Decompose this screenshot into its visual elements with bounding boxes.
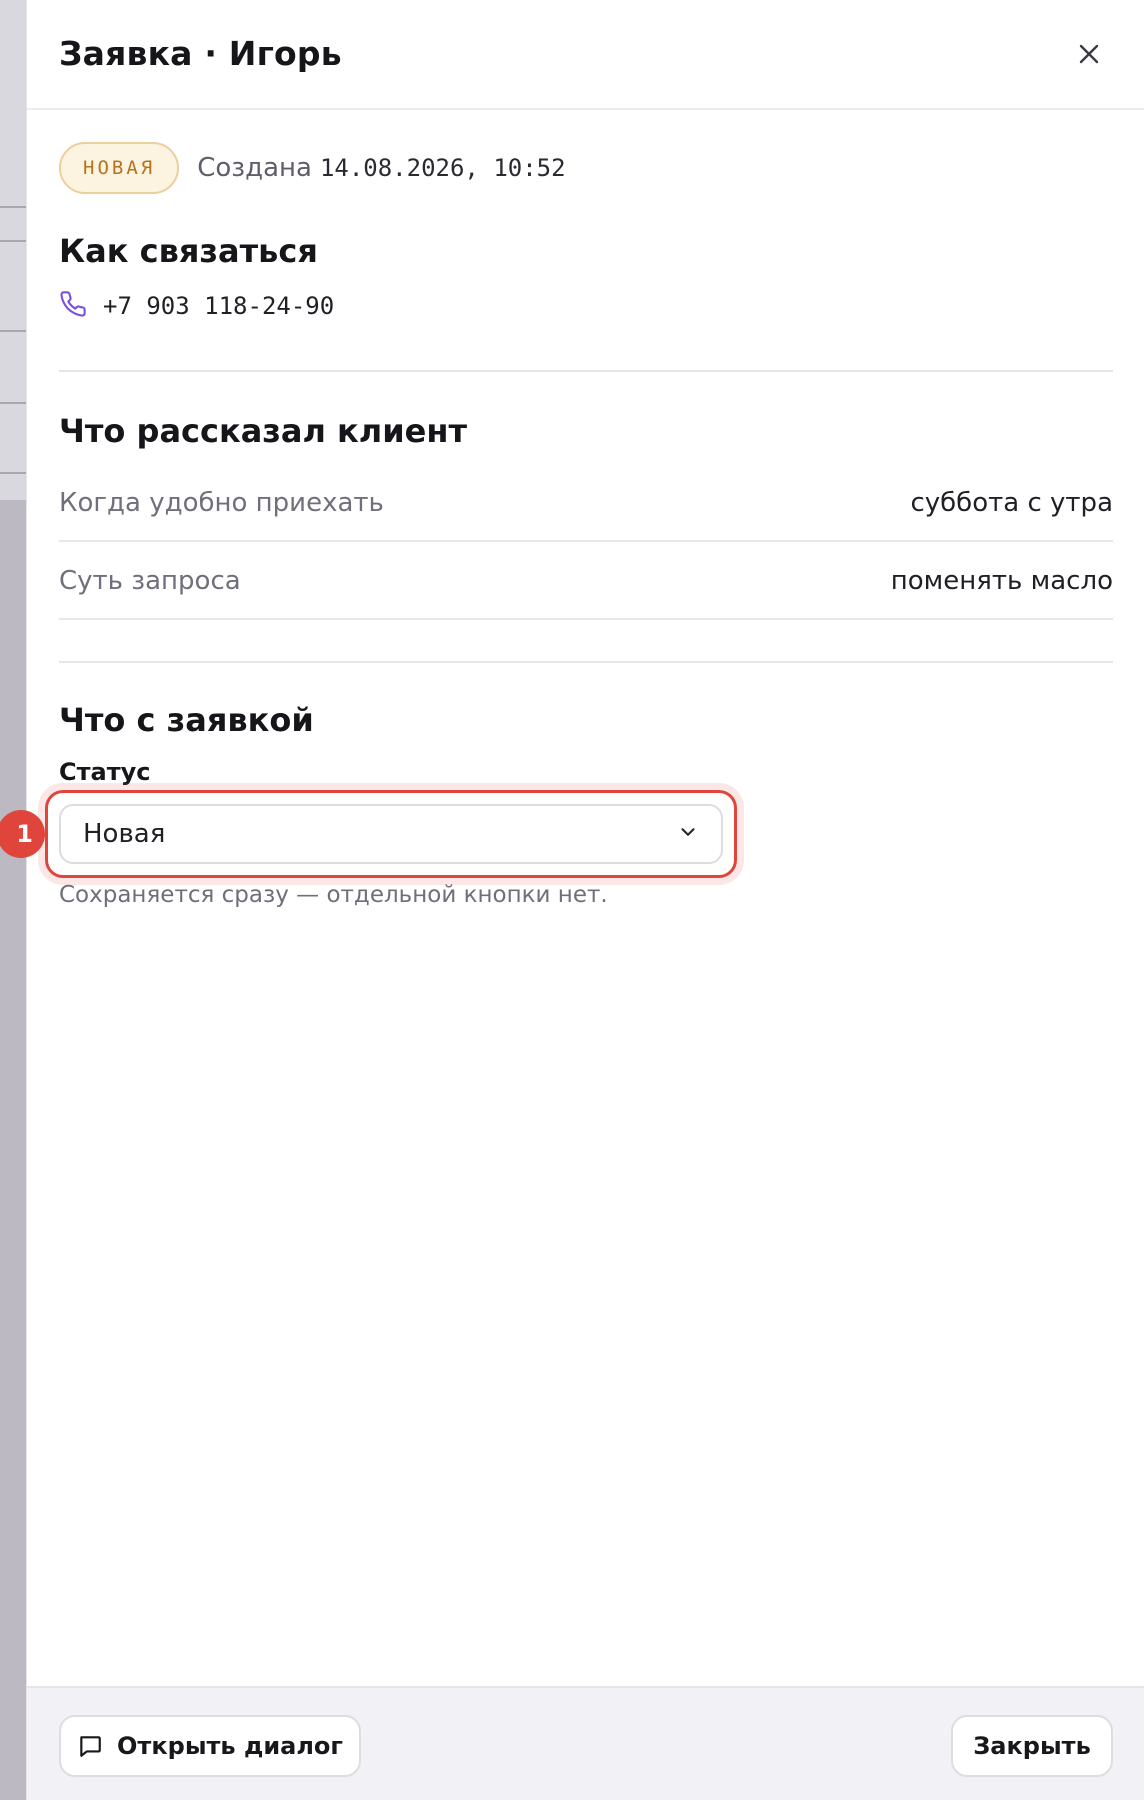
backdrop-panel [0, 0, 26, 500]
status-select-value: Новая [83, 819, 166, 849]
request-section-title: Что с заявкой [59, 701, 314, 739]
info-row-request-summary: Суть запроса поменять масло [59, 544, 1113, 620]
drawer-footer: Открыть диалог Закрыть [27, 1686, 1144, 1800]
phone-icon [59, 290, 87, 322]
client-info-section-title: Что рассказал клиент [59, 412, 467, 450]
status-select[interactable]: Новая [59, 804, 723, 864]
close-icon [1077, 42, 1101, 70]
phone-number[interactable]: +7 903 118-24-90 [103, 292, 334, 320]
section-divider [59, 370, 1113, 372]
backdrop-divider [0, 402, 26, 404]
chevron-down-icon [677, 821, 699, 847]
info-label: Когда удобно приехать [59, 488, 384, 518]
backdrop-divider [0, 240, 26, 242]
drawer-title: Заявка · Игорь [59, 34, 342, 73]
open-dialog-label: Открыть диалог [117, 1732, 343, 1760]
info-value: поменять масло [890, 566, 1113, 596]
status-badge: НОВАЯ [59, 142, 180, 194]
contact-section-title: Как связаться [59, 232, 318, 270]
status-field-label: Статус [59, 758, 151, 786]
backdrop-divider [0, 206, 26, 208]
info-row-arrival-time: Когда удобно приехать суббота с утра [59, 466, 1113, 542]
chat-bubble-icon [77, 1733, 103, 1759]
phone-row[interactable]: +7 903 118-24-90 [59, 290, 334, 322]
backdrop-divider [0, 472, 26, 474]
close-drawer-button[interactable]: Закрыть [951, 1715, 1113, 1777]
section-divider [59, 661, 1113, 663]
created-value: 14.08.2026, 10:52 [319, 154, 566, 182]
info-value: суббота с утра [910, 488, 1113, 518]
backdrop-divider [0, 330, 26, 332]
drawer-header: Заявка · Игорь [27, 0, 1144, 110]
page-backdrop [0, 0, 26, 1800]
request-drawer: Заявка · Игорь НОВАЯ Создана 14.08.2026,… [0, 0, 1144, 1800]
close-button[interactable] [1069, 36, 1109, 76]
close-drawer-label: Закрыть [973, 1732, 1091, 1760]
open-dialog-button[interactable]: Открыть диалог [59, 1715, 361, 1777]
step-marker: 1 [0, 810, 45, 858]
created-label: Создана [197, 153, 312, 183]
meta-row: НОВАЯ Создана 14.08.2026, 10:52 [59, 142, 566, 194]
info-label: Суть запроса [59, 566, 241, 596]
status-hint: Сохраняется сразу — отдельной кнопки нет… [59, 882, 608, 908]
